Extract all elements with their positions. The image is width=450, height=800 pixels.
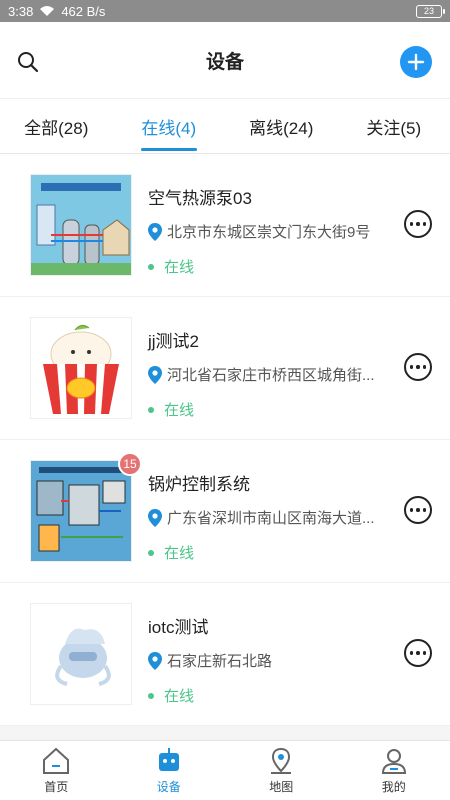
status-bar: 3:38 462 B/s 23 <box>0 0 450 22</box>
device-thumbnail-default <box>30 603 132 705</box>
device-status: 在线 <box>148 685 378 706</box>
device-status: 在线 <box>148 399 378 420</box>
device-name: 空气热源泵03 <box>148 189 252 208</box>
battery-level: 23 <box>423 6 434 16</box>
network-speed: 462 B/s <box>61 3 106 19</box>
more-dot <box>409 651 414 655</box>
tab-followed[interactable]: 关注(5) <box>338 99 450 153</box>
battery-icon: 23 <box>416 4 445 18</box>
notification-badge: 15 <box>118 452 142 476</box>
filter-tabs: 全部(28) 在线(4) 离线(24) 关注(5) <box>0 98 450 154</box>
tab-all[interactable]: 全部(28) <box>0 99 113 153</box>
nav-profile[interactable]: 我的 <box>338 741 450 800</box>
home-icon <box>43 747 70 774</box>
more-dot <box>422 508 427 512</box>
bottom-navigation: 首页 设备 地图 我的 <box>0 740 450 800</box>
wifi-icon <box>40 6 55 16</box>
device-status-text: 在线 <box>164 545 195 562</box>
device-address-text: 河北省石家庄市桥西区城角街... <box>167 367 375 384</box>
device-address: 广东省深圳市南山区南海大道... <box>148 507 378 528</box>
more-dot <box>416 508 420 512</box>
device-card[interactable]: 15 锅炉控制系统 广东省深圳市南山区南海大道... 在线 <box>0 440 450 583</box>
nav-map[interactable]: 地图 <box>225 741 338 800</box>
more-dot <box>409 365 414 369</box>
device-name: jj测试2 <box>148 332 200 351</box>
device-list: 空气热源泵03 北京市东城区崇文门东大街9号 在线 jj测试2 河北省石家庄市桥… <box>0 154 450 726</box>
device-name: iotc测试 <box>148 618 209 637</box>
clock: 3:38 <box>8 3 34 19</box>
add-device-button[interactable] <box>400 46 432 78</box>
nav-profile-label: 我的 <box>381 780 406 794</box>
plus-icon <box>407 53 425 71</box>
device-status: 在线 <box>148 542 378 563</box>
device-card[interactable]: iotc测试 石家庄新石北路 在线 <box>0 583 450 726</box>
more-dot <box>422 222 427 226</box>
more-dot <box>409 222 414 226</box>
location-pin-icon <box>148 651 162 670</box>
more-options-button[interactable] <box>404 210 432 238</box>
device-status-text: 在线 <box>164 259 195 276</box>
page-title: 设备 <box>205 51 244 73</box>
search-icon[interactable] <box>16 50 40 74</box>
location-pin-icon <box>148 508 162 527</box>
device-address-text: 北京市东城区崇文门东大街9号 <box>167 224 371 241</box>
more-dot <box>422 365 427 369</box>
tab-online[interactable]: 在线(4) <box>113 99 226 153</box>
more-dot <box>416 365 420 369</box>
device-thumbnail-boiler <box>30 460 132 562</box>
tab-offline[interactable]: 离线(24) <box>225 99 338 153</box>
nav-home-label: 首页 <box>44 780 69 794</box>
map-pin-icon <box>271 747 292 774</box>
device-status: 在线 <box>148 256 378 277</box>
nav-devices[interactable]: 设备 <box>113 741 226 800</box>
more-options-button[interactable] <box>404 496 432 524</box>
device-card[interactable]: 空气热源泵03 北京市东城区崇文门东大街9号 在线 <box>0 154 450 297</box>
online-dot-icon <box>148 549 154 556</box>
device-name: 锅炉控制系统 <box>148 475 250 494</box>
device-status-text: 在线 <box>164 688 195 705</box>
device-icon <box>158 748 179 771</box>
app-header: 设备 <box>0 22 450 98</box>
nav-home[interactable]: 首页 <box>0 741 113 800</box>
more-dot <box>416 651 420 655</box>
user-icon <box>381 749 406 774</box>
device-address: 河北省石家庄市桥西区城角街... <box>148 364 378 385</box>
device-status-text: 在线 <box>164 402 195 419</box>
device-thumbnail-popcorn-logo <box>30 317 132 419</box>
device-address: 北京市东城区崇文门东大街9号 <box>148 221 378 242</box>
device-address-text: 广东省深圳市南山区南海大道... <box>167 510 375 527</box>
location-pin-icon <box>148 222 162 241</box>
more-options-button[interactable] <box>404 639 432 667</box>
device-address: 石家庄新石北路 <box>148 650 378 671</box>
more-dot <box>416 222 420 226</box>
online-dot-icon <box>148 406 154 413</box>
more-options-button[interactable] <box>404 353 432 381</box>
location-pin-icon <box>148 365 162 384</box>
more-dot <box>422 651 427 655</box>
online-dot-icon <box>148 692 154 699</box>
nav-map-label: 地图 <box>269 780 294 794</box>
online-dot-icon <box>148 263 154 270</box>
nav-devices-label: 设备 <box>156 780 181 794</box>
device-address-text: 石家庄新石北路 <box>167 653 273 670</box>
more-dot <box>409 508 414 512</box>
device-card[interactable]: jj测试2 河北省石家庄市桥西区城角街... 在线 <box>0 297 450 440</box>
device-thumbnail-heat-pump <box>30 174 132 276</box>
